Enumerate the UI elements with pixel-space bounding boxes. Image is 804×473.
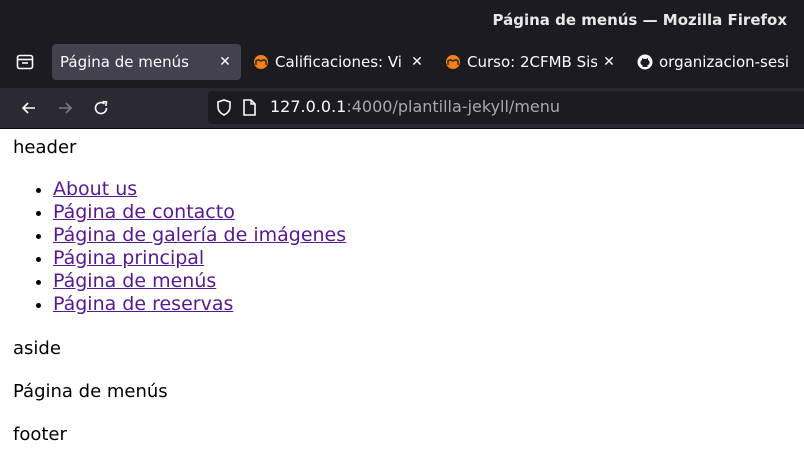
close-tab-icon[interactable]: ✕ bbox=[409, 54, 425, 70]
list-item: Página de menús bbox=[53, 270, 346, 293]
close-tab-icon[interactable]: ✕ bbox=[601, 54, 617, 70]
url-text[interactable]: 127.0.0.1:4000/plantilla-jekyll/menu bbox=[270, 97, 560, 116]
tab-organizacion[interactable]: organizacion-sesi bbox=[629, 44, 804, 80]
link-principal[interactable]: Página principal bbox=[53, 247, 204, 269]
tab-label: Curso: 2CFMB Sis bbox=[467, 53, 597, 71]
link-menus[interactable]: Página de menús bbox=[53, 270, 216, 292]
page-content: header About us Página de contacto Págin… bbox=[0, 129, 804, 473]
header-text: header bbox=[13, 137, 77, 158]
main-text: Página de menús bbox=[13, 381, 168, 402]
forward-arrow-icon bbox=[59, 102, 73, 114]
tab-curso[interactable]: Curso: 2CFMB Sis ✕ bbox=[437, 44, 625, 80]
github-icon bbox=[637, 54, 653, 70]
tab-strip: Página de menús ✕ Calificaciones: Vi ✕ C… bbox=[0, 38, 804, 88]
reload-button[interactable] bbox=[87, 94, 115, 122]
address-bar[interactable]: 127.0.0.1:4000/plantilla-jekyll/menu bbox=[208, 91, 804, 124]
page-info-icon[interactable] bbox=[242, 99, 256, 120]
list-all-tabs-button[interactable] bbox=[8, 44, 42, 80]
tab-label: organizacion-sesi bbox=[659, 53, 790, 71]
list-item: Página de reservas bbox=[53, 293, 346, 316]
close-tab-icon[interactable]: ✕ bbox=[217, 54, 233, 70]
window-titlebar: Página de menús — Mozilla Firefox bbox=[0, 0, 804, 38]
moodle-icon bbox=[253, 54, 269, 70]
window-title: Página de menús — Mozilla Firefox bbox=[492, 11, 787, 29]
link-contacto[interactable]: Página de contacto bbox=[53, 201, 235, 223]
link-about-us[interactable]: About us bbox=[53, 178, 137, 200]
link-galeria[interactable]: Página de galería de imágenes bbox=[53, 224, 346, 246]
tab-label: Calificaciones: Vi bbox=[275, 53, 402, 71]
nav-link-list: About us Página de contacto Página de ga… bbox=[13, 178, 346, 316]
list-item: Página de galería de imágenes bbox=[53, 224, 346, 247]
list-item: About us bbox=[53, 178, 346, 201]
url-host: 127.0.0.1 bbox=[270, 97, 347, 116]
moodle-icon bbox=[445, 54, 461, 70]
tab-calificaciones[interactable]: Calificaciones: Vi ✕ bbox=[245, 44, 433, 80]
link-reservas[interactable]: Página de reservas bbox=[53, 293, 233, 315]
firefox-view-icon bbox=[16, 54, 34, 70]
navigation-toolbar: 127.0.0.1:4000/plantilla-jekyll/menu bbox=[0, 88, 804, 129]
tab-label: Página de menús bbox=[60, 53, 189, 71]
tab-pagina-de-menus[interactable]: Página de menús ✕ bbox=[52, 44, 241, 80]
footer-text: footer bbox=[13, 424, 67, 445]
tracking-protection-shield-icon[interactable] bbox=[216, 99, 232, 120]
back-button[interactable] bbox=[15, 94, 43, 122]
url-path: :4000/plantilla-jekyll/menu bbox=[346, 97, 561, 116]
list-item: Página de contacto bbox=[53, 201, 346, 224]
reload-icon bbox=[94, 100, 108, 115]
aside-text: aside bbox=[13, 338, 61, 359]
list-item: Página principal bbox=[53, 247, 346, 270]
back-arrow-icon bbox=[21, 102, 35, 114]
forward-button[interactable] bbox=[51, 94, 79, 122]
